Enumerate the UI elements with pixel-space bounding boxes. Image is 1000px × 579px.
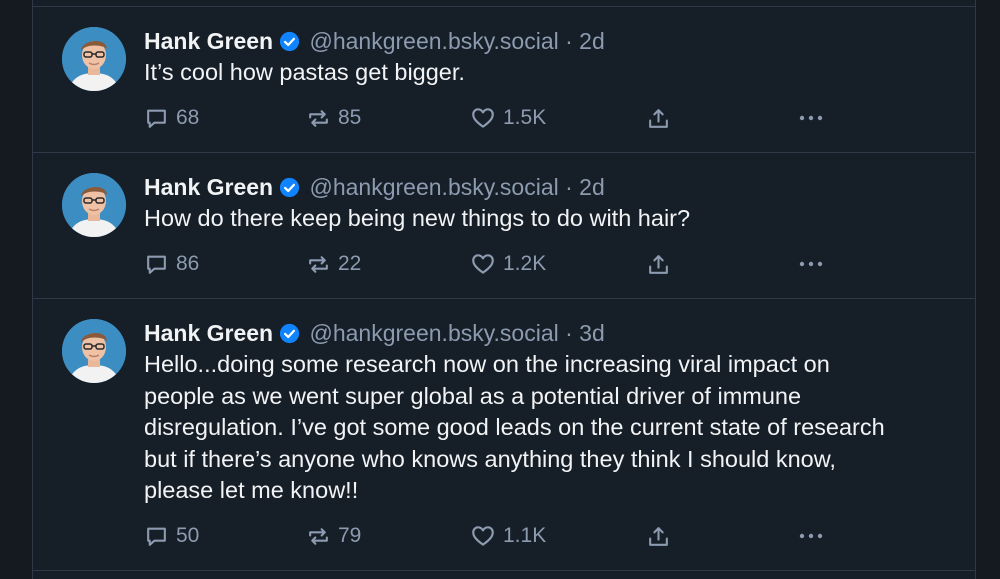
- more-icon: [799, 533, 823, 539]
- repost-icon: [309, 255, 328, 273]
- repost-count: 79: [338, 524, 362, 547]
- more-icon: [799, 115, 823, 121]
- reply-icon: [147, 255, 166, 274]
- heart-icon: [472, 108, 494, 128]
- reply-button[interactable]: 68: [144, 102, 199, 134]
- like-count: 1.5K: [503, 106, 547, 129]
- post-header: Hank Green @hankgreen.bsky.social · 3d: [144, 316, 945, 350]
- reply-count: 68: [176, 106, 200, 129]
- share-button[interactable]: [646, 248, 671, 280]
- post-content: Hank Green @hankgreen.bsky.social · 2d I…: [144, 24, 945, 89]
- heart-icon: [472, 526, 494, 546]
- repost-button[interactable]: 22: [306, 248, 361, 280]
- separator: ·: [565, 320, 573, 346]
- repost-button[interactable]: 85: [306, 102, 361, 134]
- like-button[interactable]: 1.5K: [470, 102, 546, 134]
- avatar[interactable]: [62, 27, 126, 91]
- share-icon: [649, 254, 668, 274]
- reply-icon: [147, 527, 166, 546]
- separator: ·: [565, 28, 573, 54]
- reply-count: 86: [176, 252, 200, 275]
- post-time[interactable]: 3d: [579, 320, 605, 346]
- avatar[interactable]: [62, 319, 126, 383]
- post-actions: 68 85 1.5K: [33, 102, 975, 134]
- like-count: 1.2K: [503, 252, 547, 275]
- verified-badge-icon: [279, 173, 300, 207]
- verified-badge-icon: [279, 319, 300, 353]
- more-options-button[interactable]: [797, 248, 825, 280]
- more-icon: [799, 261, 823, 267]
- reply-icon: [147, 109, 166, 128]
- author-name[interactable]: Hank Green: [144, 28, 273, 54]
- separator: ·: [565, 174, 573, 200]
- author-handle[interactable]: @hankgreen.bsky.social: [310, 174, 559, 200]
- post-time[interactable]: 2d: [579, 174, 605, 200]
- post-text: It’s cool how pastas get bigger.: [144, 59, 465, 85]
- post[interactable]: Hank Green @hankgreen.bsky.social · 2d H…: [33, 153, 975, 299]
- post-content: Hank Green @hankgreen.bsky.social · 3d H…: [144, 316, 945, 507]
- repost-count: 22: [338, 252, 362, 275]
- post-content: Hank Green @hankgreen.bsky.social · 2d H…: [144, 170, 945, 235]
- author-name[interactable]: Hank Green: [144, 174, 273, 200]
- feed: Hank Green @hankgreen.bsky.social · 2d I…: [32, 0, 976, 579]
- avatar[interactable]: [62, 173, 126, 237]
- repost-icon: [309, 527, 328, 545]
- like-button[interactable]: 1.1K: [470, 520, 546, 552]
- post-actions: 86 22 1.2K: [33, 248, 975, 280]
- more-options-button[interactable]: [797, 520, 825, 552]
- post-header: Hank Green @hankgreen.bsky.social · 2d: [144, 170, 945, 204]
- author-name[interactable]: Hank Green: [144, 320, 273, 346]
- post-text: Hello...doing some research now on the i…: [144, 351, 885, 503]
- post-text: How do there keep being new things to do…: [144, 205, 691, 231]
- reply-button[interactable]: 50: [144, 520, 199, 552]
- repost-button[interactable]: 79: [306, 520, 361, 552]
- share-icon: [649, 108, 668, 128]
- verified-badge-icon: [279, 27, 300, 61]
- post[interactable]: Hank Green @hankgreen.bsky.social · 3d H…: [33, 299, 975, 571]
- repost-count: 85: [338, 106, 362, 129]
- more-options-button[interactable]: [797, 102, 825, 134]
- post-header: Hank Green @hankgreen.bsky.social · 2d: [144, 24, 945, 58]
- reply-count: 50: [176, 524, 200, 547]
- heart-icon: [472, 254, 494, 274]
- like-count: 1.1K: [503, 524, 547, 547]
- share-button[interactable]: [646, 520, 671, 552]
- like-button[interactable]: 1.2K: [470, 248, 546, 280]
- share-button[interactable]: [646, 102, 671, 134]
- share-icon: [649, 526, 668, 546]
- author-handle[interactable]: @hankgreen.bsky.social: [310, 320, 559, 346]
- post-time[interactable]: 2d: [579, 28, 605, 54]
- post-actions: 50 79 1.1K: [33, 520, 975, 552]
- repost-icon: [309, 109, 328, 127]
- reply-button[interactable]: 86: [144, 248, 199, 280]
- author-handle[interactable]: @hankgreen.bsky.social: [310, 28, 559, 54]
- post[interactable]: Hank Green @hankgreen.bsky.social · 2d I…: [33, 7, 975, 153]
